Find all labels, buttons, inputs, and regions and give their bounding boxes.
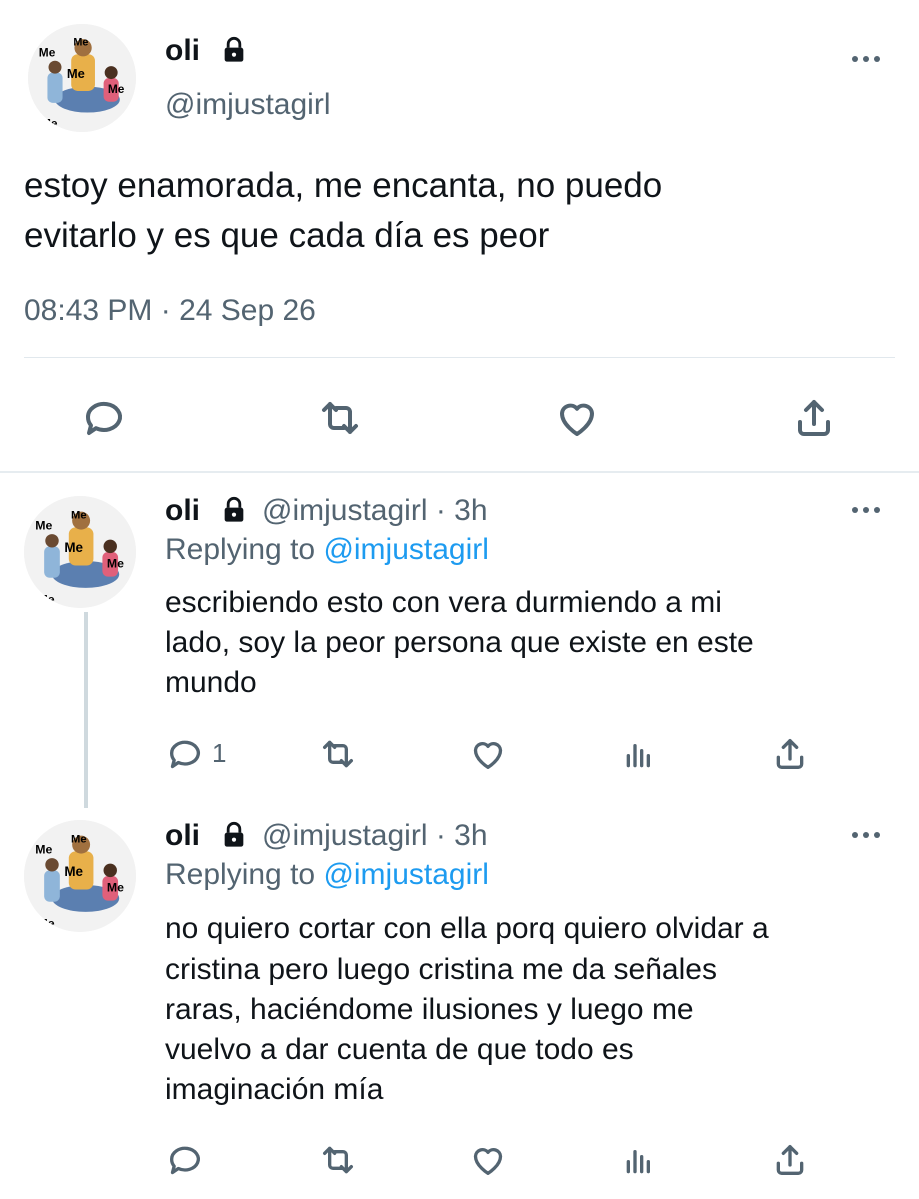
display-name[interactable]: oli	[165, 494, 200, 528]
tweet-text: estoy enamorada, me encanta, no puedo	[24, 166, 663, 205]
analytics-icon[interactable]	[620, 734, 660, 774]
avatar-label: Me	[67, 66, 85, 81]
replying-to: Replying to @imjustagirl	[165, 533, 489, 567]
replying-prefix: Replying to	[165, 858, 316, 891]
reply-text: mundo	[165, 666, 257, 699]
avatar-label: Me	[108, 82, 125, 96]
more-icon[interactable]	[852, 507, 880, 513]
comment-icon[interactable]	[80, 394, 128, 442]
reply-meta[interactable]: @imjustagirl · 3h	[262, 819, 488, 853]
avatar[interactable]: Me Me Me Me Me	[24, 496, 136, 608]
reply-text: cristina pero luego cristina me da señal…	[165, 953, 717, 986]
reply-text: raras, haciéndome ilusiones y luego me	[165, 993, 694, 1026]
avatar-label: Me	[35, 843, 52, 857]
avatar-label: Me	[107, 881, 124, 895]
replying-handle-link[interactable]: @imjustagirl	[323, 533, 488, 566]
avatar-label: Me	[37, 917, 54, 931]
lock-icon	[220, 496, 248, 524]
lock-icon	[220, 821, 248, 849]
reply-text: imaginación mía	[165, 1073, 384, 1106]
lock-icon	[220, 36, 248, 64]
share-icon[interactable]	[770, 1140, 810, 1180]
reply-count: 1	[212, 738, 227, 768]
handle[interactable]: @imjustagirl	[165, 88, 330, 122]
reply-text: lado, soy la peor persona que existe en …	[165, 626, 754, 659]
avatar-image: Me Me Me Me Me	[24, 820, 136, 932]
more-icon[interactable]	[852, 56, 880, 62]
comment-icon[interactable]	[165, 1140, 205, 1180]
retweet-icon[interactable]	[318, 1140, 358, 1180]
thread-line	[84, 612, 88, 808]
avatar-label: Me	[64, 864, 83, 879]
display-name[interactable]: oli	[165, 819, 200, 853]
avatar-label: Me	[107, 557, 124, 571]
avatar-label: Me	[39, 45, 56, 59]
avatar-image: Me Me Me Me Me	[24, 496, 136, 608]
heart-icon[interactable]	[468, 734, 508, 774]
retweet-icon[interactable]	[316, 394, 364, 442]
share-icon[interactable]	[770, 734, 810, 774]
avatar-label: Me	[71, 833, 87, 845]
tweet-text: evitarlo y es que cada día es peor	[24, 216, 550, 255]
replying-prefix: Replying to	[165, 533, 316, 566]
avatar-label: Me	[71, 509, 87, 521]
more-icon[interactable]	[852, 832, 880, 838]
replying-to: Replying to @imjustagirl	[165, 858, 489, 892]
avatar-label: Me	[37, 593, 54, 607]
section-separator	[0, 471, 919, 473]
avatar-label: Me	[41, 117, 58, 131]
avatar[interactable]: Me Me Me Me Me	[28, 24, 136, 132]
avatar[interactable]: Me Me Me Me Me	[24, 820, 136, 932]
tweet-timestamp[interactable]: 08:43 PM · 24 Sep 26	[24, 294, 316, 328]
comment-icon[interactable]	[165, 734, 205, 774]
reply-text: vuelvo a dar cuenta de que todo es	[165, 1033, 634, 1066]
heart-icon[interactable]	[468, 1140, 508, 1180]
reply-text: escribiendo esto con vera durmiendo a mi	[165, 586, 722, 619]
replying-handle-link[interactable]: @imjustagirl	[323, 858, 488, 891]
share-icon[interactable]	[790, 394, 838, 442]
reply-text: no quiero cortar con ella porq quiero ol…	[165, 912, 769, 945]
avatar-image: Me Me Me Me Me	[28, 24, 136, 132]
display-name[interactable]: oli	[165, 34, 200, 68]
reply-meta[interactable]: @imjustagirl · 3h	[262, 494, 488, 528]
avatar-label: Me	[64, 540, 83, 555]
divider	[24, 357, 895, 358]
heart-icon[interactable]	[553, 394, 601, 442]
analytics-icon[interactable]	[620, 1140, 660, 1180]
avatar-label: Me	[35, 519, 52, 533]
avatar-label: Me	[73, 37, 88, 49]
retweet-icon[interactable]	[318, 734, 358, 774]
